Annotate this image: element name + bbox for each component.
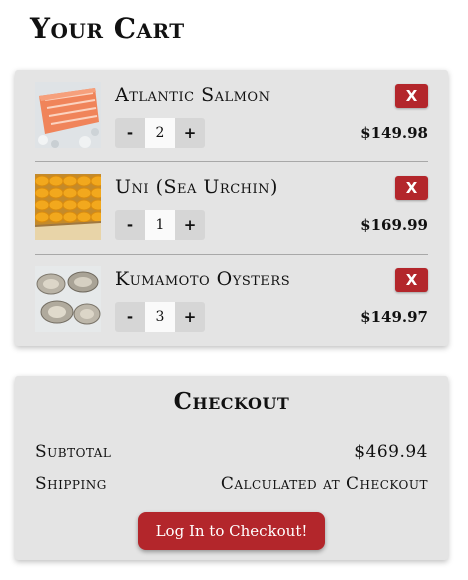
subtotal-row: Subtotal $469.94	[35, 440, 428, 464]
shipping-row: Shipping Calculated at Checkout	[35, 472, 428, 496]
salmon-image	[35, 82, 101, 148]
quantity-stepper: - 1 +	[115, 210, 205, 240]
page-title: Your Cart	[30, 12, 185, 45]
increase-quantity-button[interactable]: +	[175, 302, 205, 332]
item-divider	[35, 161, 428, 162]
decrease-quantity-button[interactable]: -	[115, 210, 145, 240]
item-price: $149.98	[360, 124, 428, 142]
remove-item-button[interactable]: X	[395, 176, 428, 200]
remove-item-button[interactable]: X	[395, 84, 428, 108]
quantity-stepper: - 3 +	[115, 302, 205, 332]
increase-quantity-button[interactable]: +	[175, 210, 205, 240]
subtotal-label: Subtotal	[35, 442, 112, 462]
quantity-stepper: - 2 +	[115, 118, 205, 148]
item-name: Uni (Sea Urchin)	[115, 176, 278, 198]
quantity-value: 3	[145, 302, 175, 332]
remove-item-button[interactable]: X	[395, 268, 428, 292]
subtotal-value: $469.94	[354, 442, 428, 462]
quantity-value: 2	[145, 118, 175, 148]
quantity-value: 1	[145, 210, 175, 240]
decrease-quantity-button[interactable]: -	[115, 118, 145, 148]
item-divider	[35, 254, 428, 255]
oysters-image	[35, 266, 101, 332]
cart-panel: Atlantic Salmon X - 2 + $149.98 Uni (Sea…	[15, 70, 448, 346]
item-name: Kumamoto Oysters	[115, 268, 291, 290]
increase-quantity-button[interactable]: +	[175, 118, 205, 148]
cart-item: Uni (Sea Urchin) X - 1 + $169.99	[35, 174, 428, 254]
checkout-title: Checkout	[173, 388, 290, 415]
item-price: $149.97	[360, 308, 428, 326]
login-to-checkout-button[interactable]: Log In to Checkout!	[138, 512, 325, 550]
checkout-panel: Checkout Subtotal $469.94 Shipping Calcu…	[15, 376, 448, 560]
item-name: Atlantic Salmon	[115, 84, 271, 106]
decrease-quantity-button[interactable]: -	[115, 302, 145, 332]
shipping-label: Shipping	[35, 474, 107, 494]
cart-item: Kumamoto Oysters X - 3 + $149.97	[35, 266, 428, 346]
uni-image	[35, 174, 101, 240]
cart-item: Atlantic Salmon X - 2 + $149.98	[35, 82, 428, 162]
shipping-value: Calculated at Checkout	[220, 474, 428, 494]
item-price: $169.99	[360, 216, 428, 234]
